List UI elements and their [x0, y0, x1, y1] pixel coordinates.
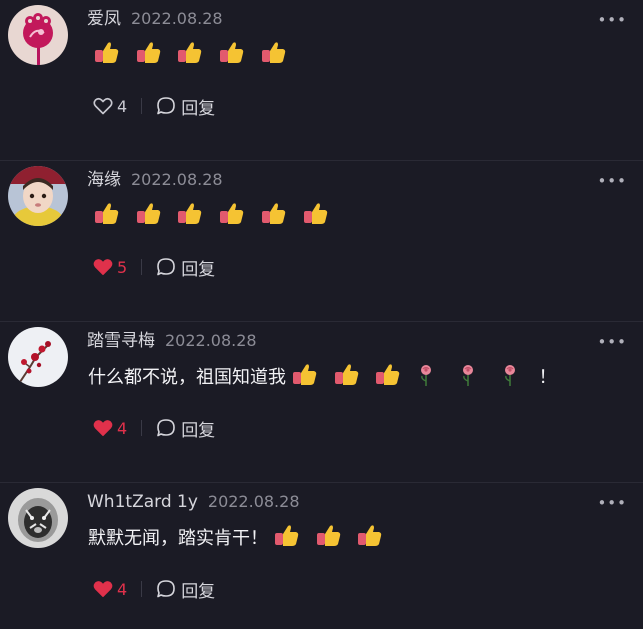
emoji-group [274, 522, 393, 553]
reply-button[interactable]: 回复 [156, 416, 215, 441]
heart-outline-icon [93, 97, 113, 115]
tiger-photo-avatar-icon [8, 488, 68, 548]
comment-item: 爱凤 2022.08.28 ••• 4 回复 [0, 0, 643, 161]
comment-text: 什么都不说，祖国知道我 [88, 367, 286, 388]
comment-actions: 4 回复 [93, 94, 215, 119]
comment-content: 什么都不说，祖国知道我 ！ [88, 359, 557, 393]
thumbs-up-icon [275, 524, 299, 546]
comment-actions: 5 回复 [93, 255, 215, 280]
thumbs-up-icon [220, 202, 244, 224]
thumbs-up-icon [136, 41, 160, 63]
reply-label: 回复 [181, 98, 216, 119]
like-count: 5 [117, 257, 128, 277]
emoji-group [94, 39, 297, 70]
like-count: 4 [117, 579, 128, 599]
chat-bubble-icon [157, 97, 175, 115]
emoji-group [292, 361, 537, 392]
chat-bubble-icon [157, 258, 175, 276]
rose-icon [462, 364, 473, 386]
username[interactable]: Wh1tZard 1y [87, 492, 198, 512]
comment-actions: 4 回复 [93, 416, 215, 441]
thumbs-up-icon [178, 41, 202, 63]
reply-button[interactable]: 回复 [156, 94, 215, 119]
comment-text: 默默无闻，踏实肯干！ [88, 528, 268, 549]
username[interactable]: 踏雪寻梅 [87, 331, 155, 351]
comment-header: 海缘 2022.08.28 [87, 169, 223, 191]
comment-header: 爱凤 2022.08.28 [87, 8, 223, 30]
chat-bubble-icon [157, 580, 175, 598]
avatar[interactable] [8, 327, 68, 387]
more-icon[interactable]: ••• [597, 13, 627, 28]
baby-photo-avatar-icon [8, 166, 68, 226]
divider [141, 259, 143, 275]
like-count: 4 [117, 96, 128, 116]
thumbs-up-icon [136, 202, 160, 224]
thumbs-up-icon [261, 202, 286, 224]
like-button[interactable]: 4 [93, 419, 127, 438]
thumbs-up-icon [95, 202, 119, 224]
pink-flower-avatar-icon [8, 5, 68, 65]
heart-filled-icon [93, 259, 113, 276]
username[interactable]: 海缘 [87, 170, 121, 190]
reply-button[interactable]: 回复 [156, 577, 215, 602]
comment-date: 2022.08.28 [207, 492, 300, 511]
thumbs-up-icon [358, 524, 382, 546]
comment-content [88, 198, 341, 232]
heart-filled-icon [93, 581, 113, 598]
like-button[interactable]: 4 [93, 97, 127, 116]
thumbs-up-icon [178, 202, 202, 224]
avatar[interactable] [8, 166, 68, 226]
like-count: 4 [117, 418, 128, 438]
thumbs-up-icon [334, 363, 358, 385]
comment-header: 踏雪寻梅 2022.08.28 [87, 330, 257, 352]
comment-item: 海缘 2022.08.28 ••• 5 回复 [0, 161, 643, 322]
heart-filled-icon [93, 420, 113, 437]
rose-icon [504, 364, 515, 386]
emoji-group [94, 200, 339, 231]
divider [141, 98, 143, 114]
more-icon[interactable]: ••• [597, 174, 627, 189]
avatar[interactable] [8, 488, 68, 548]
comment-item: 踏雪寻梅 2022.08.28 ••• 什么都不说，祖国知道我 ！ 4 回复 [0, 322, 643, 483]
chat-bubble-icon [157, 419, 175, 437]
reply-label: 回复 [181, 581, 216, 602]
comment-date: 2022.08.28 [131, 170, 223, 189]
like-button[interactable]: 4 [93, 580, 127, 599]
comment-date: 2022.08.28 [131, 9, 223, 28]
avatar[interactable] [8, 5, 68, 65]
comment-tail: ！ [538, 367, 557, 388]
more-icon[interactable]: ••• [597, 496, 627, 511]
comment-actions: 4 回复 [93, 577, 215, 602]
reply-label: 回复 [181, 420, 216, 441]
thumbs-up-icon [220, 41, 244, 63]
thumbs-up-icon [261, 41, 286, 63]
comment-header: Wh1tZard 1y 2022.08.28 [87, 491, 300, 513]
reply-button[interactable]: 回复 [156, 255, 215, 280]
thumbs-up-icon [303, 202, 327, 224]
comment-list: 爱凤 2022.08.28 ••• 4 回复 海缘 2022.08.28 •••… [0, 0, 643, 629]
thumbs-up-icon [293, 363, 317, 385]
thumbs-up-icon [376, 363, 400, 385]
plum-blossom-avatar-icon [8, 327, 68, 387]
like-button[interactable]: 5 [93, 258, 127, 277]
divider [141, 420, 143, 436]
comment-item: Wh1tZard 1y 2022.08.28 ••• 默默无闻，踏实肯干！ 4 回… [0, 483, 643, 629]
divider [141, 581, 143, 597]
comment-content: 默默无闻，踏实肯干！ [88, 520, 395, 554]
more-icon[interactable]: ••• [597, 335, 627, 350]
username[interactable]: 爱凤 [87, 9, 121, 29]
thumbs-up-icon [316, 524, 340, 546]
comment-content [88, 37, 299, 71]
rose-icon [421, 364, 432, 386]
thumbs-up-icon [95, 41, 119, 63]
comment-date: 2022.08.28 [165, 331, 257, 350]
reply-label: 回复 [181, 259, 216, 280]
